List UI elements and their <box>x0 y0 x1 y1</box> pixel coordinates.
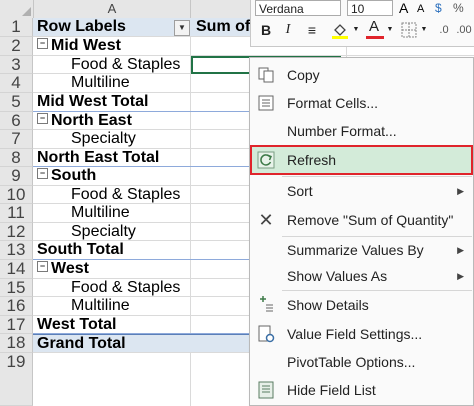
row-number[interactable]: 12 <box>0 223 33 241</box>
menu-item-label: Show Values As <box>287 268 388 284</box>
row-number[interactable]: 9 <box>0 167 33 186</box>
format-cells-icon <box>257 94 275 112</box>
menu-item-value-field-settings[interactable]: Value Field Settings... <box>250 320 473 348</box>
collapse-icon[interactable]: − <box>37 261 48 273</box>
row-number[interactable]: 1 <box>0 18 33 37</box>
row-number[interactable]: 8 <box>0 149 33 167</box>
remove-x-icon: ✕ <box>258 210 274 230</box>
menu-item-show-values-as[interactable]: Show Values As ▶ <box>250 262 473 290</box>
item-label: Specialty <box>71 223 136 240</box>
decrease-decimal-icon[interactable]: .0 <box>435 20 453 40</box>
context-menu: Copy Format Cells... Number Format... Re… <box>249 57 474 406</box>
row-number[interactable]: 16 <box>0 297 33 316</box>
region-label: − North East <box>37 112 132 129</box>
font-color-icon[interactable]: A <box>365 18 385 40</box>
value-field-header: Sum of <box>196 18 251 35</box>
menu-item-label: Remove "Sum of Quantity" <box>287 212 454 228</box>
field-settings-icon <box>257 325 275 343</box>
column-header-a[interactable]: A <box>34 0 191 19</box>
borders-icon[interactable] <box>399 20 419 40</box>
menu-item-label: Sort <box>287 183 313 199</box>
italic-button[interactable]: I <box>279 20 297 40</box>
row-number[interactable]: 2 <box>0 37 33 56</box>
item-label: Food & Staples <box>71 56 181 73</box>
menu-item-hide-field-list[interactable]: Hide Field List <box>250 376 473 404</box>
menu-item-copy[interactable]: Copy <box>250 61 473 89</box>
row-number[interactable]: 19 <box>0 353 33 406</box>
submenu-arrow-icon: ▶ <box>457 271 464 281</box>
menu-item-format-cells[interactable]: Format Cells... <box>250 89 473 117</box>
show-details-icon <box>257 296 275 314</box>
row-number[interactable]: 17 <box>0 316 33 334</box>
font-color-dropdown-icon[interactable]: ▼ <box>386 20 394 40</box>
mini-toolbar: Verdana 10 A A $ % B I ≡ ▼ A ▼ ▼ .0 .00 <box>250 0 474 47</box>
row-number[interactable]: 15 <box>0 279 33 297</box>
bold-button[interactable]: B <box>257 20 275 40</box>
region-label: − West <box>37 260 89 278</box>
row-number[interactable]: 13 <box>0 241 33 260</box>
subtotal-label: Mid West Total <box>37 93 149 110</box>
menu-item-summarize-values[interactable]: Summarize Values By ▶ <box>250 236 473 264</box>
item-label: Multiline <box>71 74 130 91</box>
submenu-arrow-icon: ▶ <box>457 186 464 196</box>
item-label: Multiline <box>71 297 130 314</box>
row-labels-filter-dropdown[interactable]: ▼ <box>174 20 190 36</box>
copy-icon <box>257 66 275 84</box>
row-number[interactable]: 14 <box>0 260 33 279</box>
percent-format-icon[interactable]: % <box>453 0 469 16</box>
row-number[interactable]: 5 <box>0 93 33 112</box>
region-label: − Mid West <box>37 37 121 55</box>
fill-color-icon[interactable] <box>329 20 351 40</box>
font-size-box[interactable]: 10 <box>347 0 393 16</box>
grand-total-label: Grand Total <box>37 335 126 352</box>
item-label: Food & Staples <box>71 279 181 296</box>
menu-item-sort[interactable]: Sort ▶ <box>250 177 473 205</box>
row-number[interactable]: 18 <box>0 334 33 353</box>
grow-font-icon[interactable]: A <box>399 0 415 16</box>
fill-color-dropdown-icon[interactable]: ▼ <box>352 20 360 40</box>
menu-item-show-details[interactable]: Show Details <box>250 291 473 319</box>
menu-item-label: PivotTable Options... <box>287 354 416 370</box>
menu-item-label: Number Format... <box>287 123 397 139</box>
menu-item-pivottable-options[interactable]: PivotTable Options... <box>250 348 473 376</box>
highlight-frame <box>250 145 473 175</box>
menu-item-label: Hide Field List <box>287 382 376 398</box>
submenu-arrow-icon: ▶ <box>457 245 464 255</box>
increase-decimal-icon[interactable]: .00 <box>455 20 473 40</box>
menu-item-label: Summarize Values By <box>287 242 424 258</box>
row-number[interactable]: 3 <box>0 56 33 74</box>
row-number[interactable]: 7 <box>0 130 33 149</box>
borders-dropdown-icon[interactable]: ▼ <box>420 20 428 40</box>
menu-item-number-format[interactable]: Number Format... <box>250 117 473 145</box>
row-labels-header: Row Labels <box>37 18 126 35</box>
field-list-icon <box>257 381 275 399</box>
row-number[interactable]: 10 <box>0 186 33 204</box>
row-number[interactable]: 11 <box>0 204 33 223</box>
collapse-icon[interactable]: − <box>37 113 48 125</box>
align-center-button[interactable]: ≡ <box>303 20 321 40</box>
menu-item-label: Value Field Settings... <box>287 326 423 342</box>
menu-item-label: Show Details <box>287 297 369 313</box>
collapse-icon[interactable]: − <box>37 168 48 180</box>
menu-item-label: Format Cells... <box>287 95 379 111</box>
shrink-font-icon[interactable]: A <box>417 2 431 16</box>
row-number[interactable]: 4 <box>0 74 33 93</box>
item-label: Food & Staples <box>71 186 181 203</box>
menu-item-remove-field[interactable]: ✕ Remove "Sum of Quantity" <box>250 206 473 234</box>
menu-item-label: Copy <box>287 67 320 83</box>
currency-format-icon[interactable]: $ <box>435 0 451 16</box>
subtotal-label: South Total <box>37 241 124 258</box>
subtotal-label: West Total <box>37 316 117 333</box>
item-label: Specialty <box>71 130 136 147</box>
row-number[interactable]: 6 <box>0 112 33 130</box>
subtotal-label: North East Total <box>37 149 160 166</box>
region-label: − South <box>37 167 96 185</box>
item-label: Multiline <box>71 204 130 221</box>
font-name-box[interactable]: Verdana <box>255 0 341 16</box>
collapse-icon[interactable]: − <box>37 38 48 50</box>
